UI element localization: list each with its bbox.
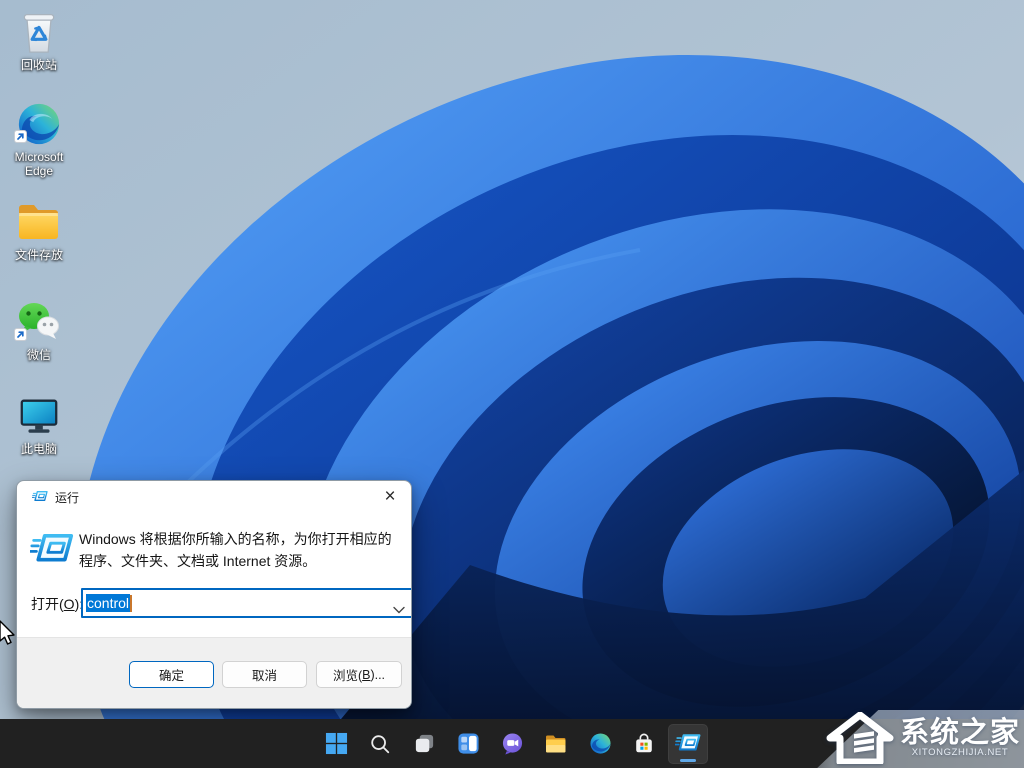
- desktop-icon-recycle-bin[interactable]: 回收站: [0, 8, 78, 72]
- shortcut-arrow-icon: [14, 130, 27, 148]
- taskbar: [0, 719, 1024, 768]
- desktop: 回收站 Microsoft Edge: [0, 0, 1024, 768]
- wechat-icon: [15, 298, 63, 346]
- desktop-icon-label: 文件存放: [15, 248, 63, 262]
- dialog-footer: 确定 取消 浏览(B)...: [17, 637, 411, 708]
- cancel-button[interactable]: 取消: [222, 661, 307, 688]
- magnifier-icon: [369, 733, 391, 755]
- selected-input-text: control: [86, 594, 130, 612]
- open-field-label: 打开(O):: [31, 594, 83, 614]
- desktop-icon-this-pc[interactable]: 此电脑: [0, 392, 78, 456]
- folder-icon: [15, 198, 63, 246]
- mouse-cursor: [0, 619, 16, 652]
- chevron-down-icon[interactable]: [393, 601, 405, 619]
- windows-logo-icon: [325, 732, 348, 755]
- open-combobox-input[interactable]: control: [81, 588, 412, 618]
- desktop-icon-label: 回收站: [21, 58, 57, 72]
- edge-icon: [15, 100, 63, 148]
- taskbar-chat-button[interactable]: [492, 724, 532, 764]
- run-window-icon: [32, 490, 48, 504]
- run-window-icon: [30, 532, 74, 574]
- taskbar-widgets-button[interactable]: [448, 724, 488, 764]
- ok-button[interactable]: 确定: [129, 661, 214, 688]
- browse-button[interactable]: 浏览(B)...: [316, 661, 402, 688]
- text-caret: [130, 595, 132, 612]
- run-window-icon: [675, 733, 701, 755]
- folder-icon: [544, 733, 568, 755]
- desktop-icon-microsoft-edge[interactable]: Microsoft Edge: [0, 100, 78, 178]
- shortcut-arrow-icon: [14, 328, 27, 346]
- desktop-icon-label: Microsoft Edge: [1, 150, 77, 178]
- video-chat-bubble-icon: [501, 732, 524, 755]
- taskbar-file-explorer-button[interactable]: [536, 724, 576, 764]
- taskbar-search-button[interactable]: [360, 724, 400, 764]
- taskbar-store-button[interactable]: [624, 724, 664, 764]
- run-dialog: 运行 × Windows 将根据你所输入的名称，为你打开相应的程序、文件夹、文档…: [16, 480, 412, 709]
- dialog-title: 运行: [55, 489, 79, 506]
- taskbar-start-button[interactable]: [316, 724, 356, 764]
- monitor-icon: [15, 392, 63, 440]
- close-button[interactable]: ×: [369, 481, 411, 513]
- taskbar-edge-button[interactable]: [580, 724, 620, 764]
- run-dialog-titlebar[interactable]: 运行: [17, 481, 411, 513]
- desktop-icon-label: 微信: [27, 348, 51, 362]
- taskbar-run-button[interactable]: [668, 724, 708, 764]
- recycle-bin-icon: [15, 8, 63, 56]
- active-app-indicator: [680, 759, 696, 762]
- desktop-icon-wechat[interactable]: 微信: [0, 298, 78, 362]
- close-icon: ×: [384, 486, 395, 508]
- overlapping-windows-icon: [413, 732, 436, 755]
- desktop-icon-label: 此电脑: [21, 442, 57, 456]
- dialog-description: Windows 将根据你所输入的名称，为你打开相应的程序、文件夹、文档或 Int…: [79, 528, 401, 572]
- shopping-bag-icon: [633, 733, 655, 755]
- desktop-icon-file-storage[interactable]: 文件存放: [0, 198, 78, 262]
- widgets-panel-icon: [457, 732, 480, 755]
- taskbar-task-view-button[interactable]: [404, 724, 444, 764]
- edge-swirl-icon: [589, 732, 612, 755]
